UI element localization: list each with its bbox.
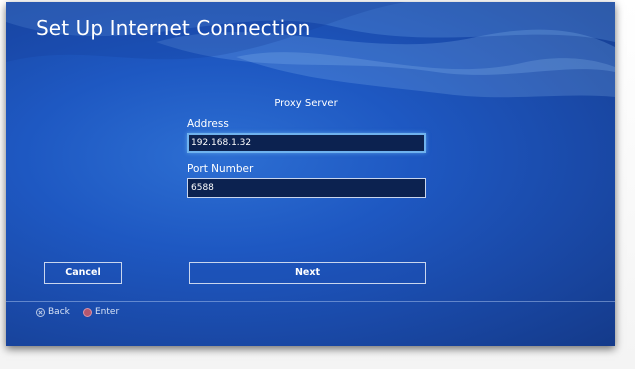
ps4-screen: Set Up Internet Connection Proxy Server … — [6, 2, 615, 346]
proxy-server-heading: Proxy Server — [274, 98, 338, 109]
address-label: Address — [187, 118, 229, 130]
cross-button-icon — [36, 307, 45, 317]
footer-divider — [6, 301, 615, 302]
back-label: Back — [48, 307, 70, 317]
background-wave-decoration — [6, 2, 615, 98]
cancel-button[interactable]: Cancel — [44, 262, 122, 284]
window-frame: Set Up Internet Connection Proxy Server … — [0, 0, 635, 369]
enter-hint[interactable]: Enter — [83, 306, 119, 318]
enter-label: Enter — [95, 307, 120, 317]
next-button[interactable]: Next — [189, 262, 426, 284]
circle-button-icon — [83, 307, 92, 317]
address-field[interactable]: 192.168.1.32 — [187, 133, 426, 153]
page-title: Set Up Internet Connection — [36, 16, 311, 40]
back-hint[interactable]: Back — [36, 306, 70, 318]
port-number-label: Port Number — [187, 163, 254, 175]
port-number-field[interactable]: 6588 — [187, 178, 426, 198]
